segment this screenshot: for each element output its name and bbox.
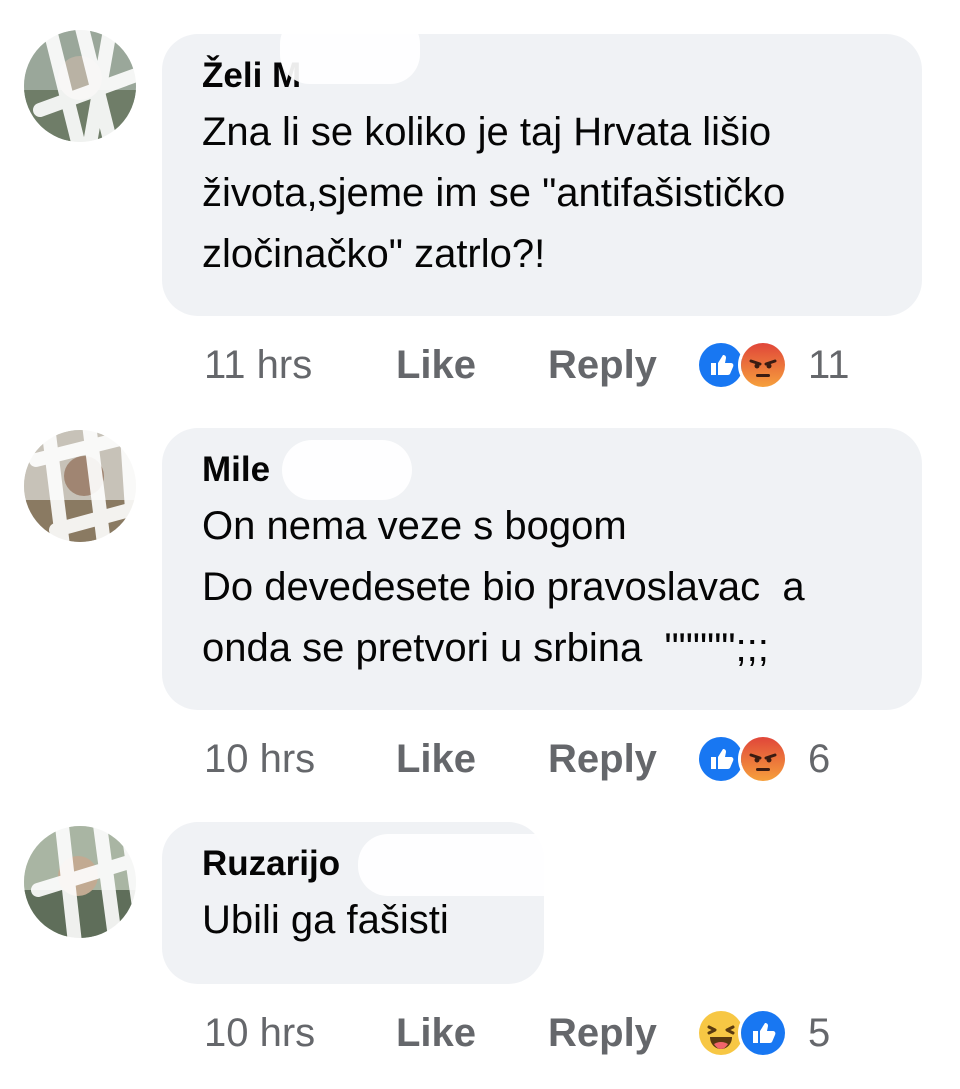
avatar-image [24, 430, 136, 542]
like-button[interactable]: Like [396, 1011, 548, 1056]
angry-reaction-icon [738, 340, 788, 390]
reaction-summary[interactable]: 5 [696, 1008, 830, 1058]
comment-text-line: života,sjeme im se "antifašističko [202, 171, 786, 215]
redaction-mark [358, 834, 598, 896]
comment-text-line: onda se pretvori u srbina """"";;; [202, 626, 769, 670]
reply-button[interactable]: Reply [548, 343, 696, 388]
comment-actions: 10 hrs Like Reply 6 [204, 734, 830, 784]
avatar[interactable] [24, 430, 136, 542]
avatar-image [24, 30, 136, 142]
reaction-summary[interactable]: 11 [696, 340, 850, 390]
comment-actions: 10 hrs Like Reply 5 [204, 1008, 830, 1058]
comment-bubble: Želi M Zna li se koliko je taj Hrvata li… [162, 34, 922, 316]
comment-timestamp[interactable]: 10 hrs [204, 737, 396, 782]
reaction-count: 6 [808, 736, 831, 781]
comment-actions: 11 hrs Like Reply 11 [204, 340, 850, 390]
comment-text-line: Ubili ga fašisti [202, 898, 449, 942]
reply-button[interactable]: Reply [548, 737, 696, 782]
like-button[interactable]: Like [396, 737, 548, 782]
angry-reaction-icon [738, 734, 788, 784]
comment-text-line: zločinačko" zatrlo?! [202, 232, 546, 276]
comment-timestamp[interactable]: 10 hrs [204, 1011, 396, 1056]
reaction-count: 11 [808, 342, 850, 387]
comment-bubble: Mile On nema veze s bogom Do devedesete … [162, 428, 922, 710]
comment-text-line: On nema veze s bogom [202, 504, 627, 548]
avatar-image [24, 826, 136, 938]
avatar[interactable] [24, 826, 136, 938]
comment-text-line: Do devedesete bio pravoslavac a [202, 565, 805, 609]
reply-button[interactable]: Reply [548, 1011, 696, 1056]
like-button[interactable]: Like [396, 343, 548, 388]
redaction-mark [282, 440, 412, 500]
avatar[interactable] [24, 30, 136, 142]
reaction-count: 5 [808, 1010, 831, 1055]
comment-timestamp[interactable]: 11 hrs [204, 343, 396, 388]
redaction-mark [280, 14, 420, 84]
comment-text-line: Zna li se koliko je taj Hrvata lišio [202, 110, 772, 154]
reaction-summary[interactable]: 6 [696, 734, 830, 784]
like-reaction-icon [738, 1008, 788, 1058]
